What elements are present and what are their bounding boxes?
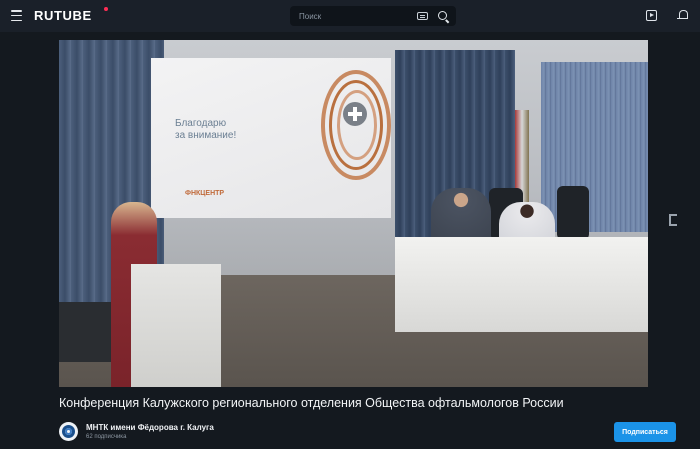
video-podium xyxy=(131,264,221,387)
channel-name[interactable]: МНТК имени Фёдорова г. Калуга xyxy=(86,423,214,432)
slide-text-line2: за внимание! xyxy=(175,130,237,141)
video-player[interactable]: Благодарю за внимание! ФНКЦЕНТР xyxy=(59,40,648,387)
search-bar xyxy=(290,6,456,26)
upload-icon[interactable] xyxy=(646,10,657,21)
channel-avatar[interactable] xyxy=(59,422,78,441)
slide-text: Благодарю за внимание! xyxy=(175,118,236,142)
video-table xyxy=(395,237,648,332)
video-title: Конференция Калужского регионального отд… xyxy=(59,396,564,410)
subscriber-count: 62 подписчика xyxy=(86,434,127,440)
slide-logo: ФНКЦЕНТР xyxy=(185,190,225,197)
bell-icon[interactable] xyxy=(677,9,689,22)
top-header: RUTUBE xyxy=(0,0,700,32)
rutube-logo[interactable]: RUTUBE xyxy=(34,8,92,23)
video-chair xyxy=(557,186,589,240)
search-icon[interactable] xyxy=(438,10,449,22)
fullscreen-icon[interactable] xyxy=(669,214,677,226)
logo-dot xyxy=(104,7,108,11)
keyboard-icon[interactable] xyxy=(417,12,428,20)
slide-text-line1: Благодарю xyxy=(175,118,227,129)
subscribe-button[interactable]: Подписаться xyxy=(614,422,676,442)
menu-icon[interactable] xyxy=(11,10,22,21)
cross-icon xyxy=(343,102,367,126)
search-input[interactable] xyxy=(290,6,417,26)
